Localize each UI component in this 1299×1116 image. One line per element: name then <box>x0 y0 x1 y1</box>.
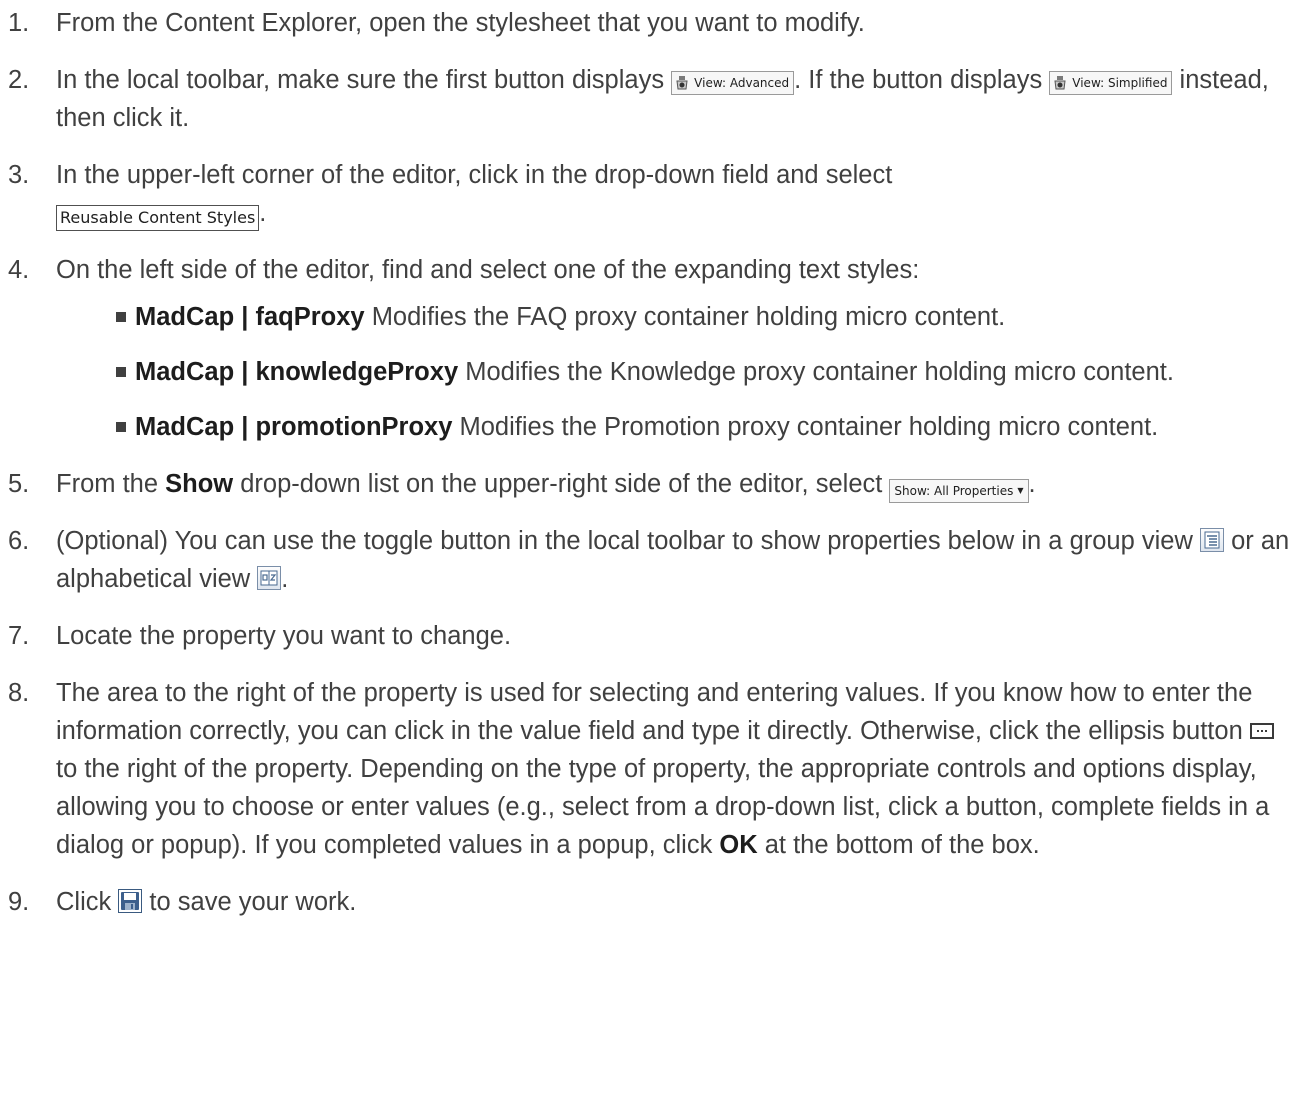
ok-label: OK <box>719 831 758 859</box>
step-number: 3. <box>8 161 30 189</box>
reusable-content-styles-field-image: Reusable Content Styles <box>56 205 260 231</box>
list-item: MadCap | promotionProxy Modifies the Pro… <box>56 408 1299 446</box>
style-name: MadCap | knowledgeProxy <box>135 358 459 386</box>
bullet-icon <box>116 312 126 322</box>
floppy-disk-glyph <box>121 892 140 910</box>
step-number: 4. <box>8 256 30 284</box>
step-text: From the <box>56 470 166 498</box>
procedure-steps: 1. From the Content Explorer, open the s… <box>0 0 1299 921</box>
style-description: Modifies the FAQ proxy container holding… <box>364 303 1006 331</box>
step-1: 1. From the Content Explorer, open the s… <box>0 4 1299 42</box>
style-name: MadCap | faqProxy <box>135 303 365 331</box>
step-2: 2. In the local toolbar, make sure the f… <box>0 61 1299 137</box>
group-view-glyph <box>1204 531 1220 549</box>
bullet-icon <box>116 367 126 377</box>
step-text: From the Content Explorer, open the styl… <box>56 9 865 37</box>
step-text: In the upper-left corner of the editor, … <box>56 161 893 189</box>
group-view-icon <box>1199 528 1224 552</box>
step-9: 9. Click to save your work. <box>0 883 1299 921</box>
step-text: Locate the property you want to change. <box>56 622 512 650</box>
show-label: Show <box>165 470 234 498</box>
view-simplified-label: View: Simplified <box>1072 76 1168 90</box>
eye-dropper-icon <box>676 76 688 90</box>
eye-dropper-icon <box>1054 76 1066 90</box>
text-style-list: MadCap | faqProxy Modifies the FAQ proxy… <box>56 298 1299 446</box>
step-text: On the left side of the editor, find and… <box>56 256 920 284</box>
step-text-after: to save your work. <box>142 888 357 916</box>
ellipsis-button-icon <box>1249 723 1274 739</box>
step-text: The area to the right of the property is… <box>56 679 1253 745</box>
step-text: In the local toolbar, make sure the firs… <box>56 66 672 94</box>
step-text-middle: . If the button displays <box>794 66 1050 94</box>
step-number: 2. <box>8 66 30 94</box>
style-name: MadCap | promotionProxy <box>135 413 453 441</box>
show-all-properties-label: Show: All Properties <box>894 484 1014 498</box>
step-text-middle: drop-down list on the upper-right side o… <box>233 470 890 498</box>
step-number: 9. <box>8 888 30 916</box>
step-text-after: at the bottom of the box. <box>757 831 1040 859</box>
list-item: MadCap | knowledgeProxy Modifies the Kno… <box>56 353 1299 391</box>
view-advanced-button-image: View: Advanced <box>671 71 795 95</box>
save-icon <box>118 889 143 913</box>
step-8: 8. The area to the right of the property… <box>0 674 1299 864</box>
step-text: (Optional) You can use the toggle button… <box>56 527 1200 555</box>
step-text-middle: to the right of the property. Depending … <box>56 755 1270 859</box>
step-5: 5. From the Show drop-down list on the u… <box>0 465 1299 503</box>
list-item: MadCap | faqProxy Modifies the FAQ proxy… <box>56 298 1299 336</box>
view-simplified-button-image: View: Simplified <box>1049 71 1173 95</box>
style-description: Modifies the Knowledge proxy container h… <box>458 358 1174 386</box>
step-text-after: . <box>281 565 289 593</box>
step-7: 7. Locate the property you want to chang… <box>0 617 1299 655</box>
step-number: 1. <box>8 9 30 37</box>
step-4: 4. On the left side of the editor, find … <box>0 251 1299 446</box>
step-number: 7. <box>8 622 30 650</box>
show-all-properties-dropdown-image: Show: All Properties ▼ <box>889 479 1029 503</box>
chevron-down-icon: ▼ <box>1017 486 1024 495</box>
step-number: 5. <box>8 470 30 498</box>
step-text: Click <box>56 888 119 916</box>
alphabetical-view-icon <box>257 566 282 590</box>
step-text-after: . <box>1028 470 1036 498</box>
step-number: 6. <box>8 527 30 555</box>
step-6: 6. (Optional) You can use the toggle but… <box>0 522 1299 598</box>
bullet-icon <box>116 422 126 432</box>
style-description: Modifies the Promotion proxy container h… <box>452 413 1159 441</box>
alphabetical-view-glyph <box>260 570 278 586</box>
step-3: 3. In the upper-left corner of the edito… <box>0 156 1299 232</box>
step-number: 8. <box>8 679 30 707</box>
step-text-after: . <box>259 199 267 227</box>
view-advanced-label: View: Advanced <box>694 76 790 90</box>
